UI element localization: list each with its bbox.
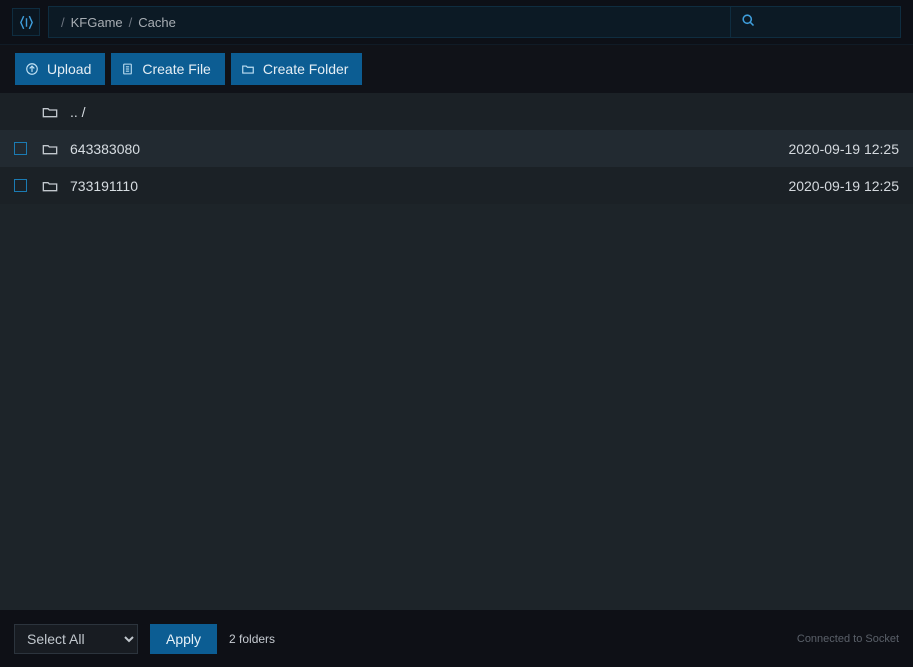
create-folder-button-label: Create Folder <box>263 61 349 77</box>
folder-name: 733191110 <box>70 178 778 194</box>
breadcrumb-separator: / <box>129 15 133 30</box>
breadcrumb-segment[interactable]: KFGame <box>71 15 123 30</box>
folder-modified-date: 2020-09-19 12:25 <box>788 178 899 194</box>
home-button[interactable] <box>12 8 40 36</box>
folder-modified-date: 2020-09-19 12:25 <box>788 141 899 157</box>
breadcrumb-segment[interactable]: Cache <box>138 15 176 30</box>
list-item[interactable]: 733191110 2020-09-19 12:25 <box>0 167 913 204</box>
breadcrumb[interactable]: / KFGame / Cache <box>48 6 731 38</box>
search-input[interactable] <box>731 6 901 38</box>
folder-count-text: 2 folders <box>229 632 275 646</box>
folder-name: 643383080 <box>70 141 778 157</box>
app-logo-icon <box>18 14 35 31</box>
parent-directory-row[interactable]: .. / <box>0 93 913 130</box>
file-icon <box>121 62 134 76</box>
batch-action-select[interactable]: Select All <box>14 624 138 654</box>
upload-icon <box>25 62 39 76</box>
socket-status: Connected to Socket <box>797 633 899 645</box>
row-checkbox[interactable] <box>14 142 27 155</box>
file-list: .. / 643383080 2020-09-19 12:25 73319111… <box>0 93 913 610</box>
folder-icon <box>42 179 58 193</box>
search-icon <box>741 13 756 31</box>
upload-button[interactable]: Upload <box>15 53 105 85</box>
folder-icon <box>42 105 58 119</box>
create-file-button-label: Create File <box>142 61 210 77</box>
apply-button[interactable]: Apply <box>150 624 217 654</box>
folder-icon <box>42 142 58 156</box>
create-file-button[interactable]: Create File <box>111 53 224 85</box>
parent-directory-label: .. / <box>70 104 899 120</box>
breadcrumb-separator: / <box>61 15 65 30</box>
list-item[interactable]: 643383080 2020-09-19 12:25 <box>0 130 913 167</box>
row-checkbox[interactable] <box>14 179 27 192</box>
upload-button-label: Upload <box>47 61 91 77</box>
folder-icon <box>241 62 255 76</box>
create-folder-button[interactable]: Create Folder <box>231 53 363 85</box>
